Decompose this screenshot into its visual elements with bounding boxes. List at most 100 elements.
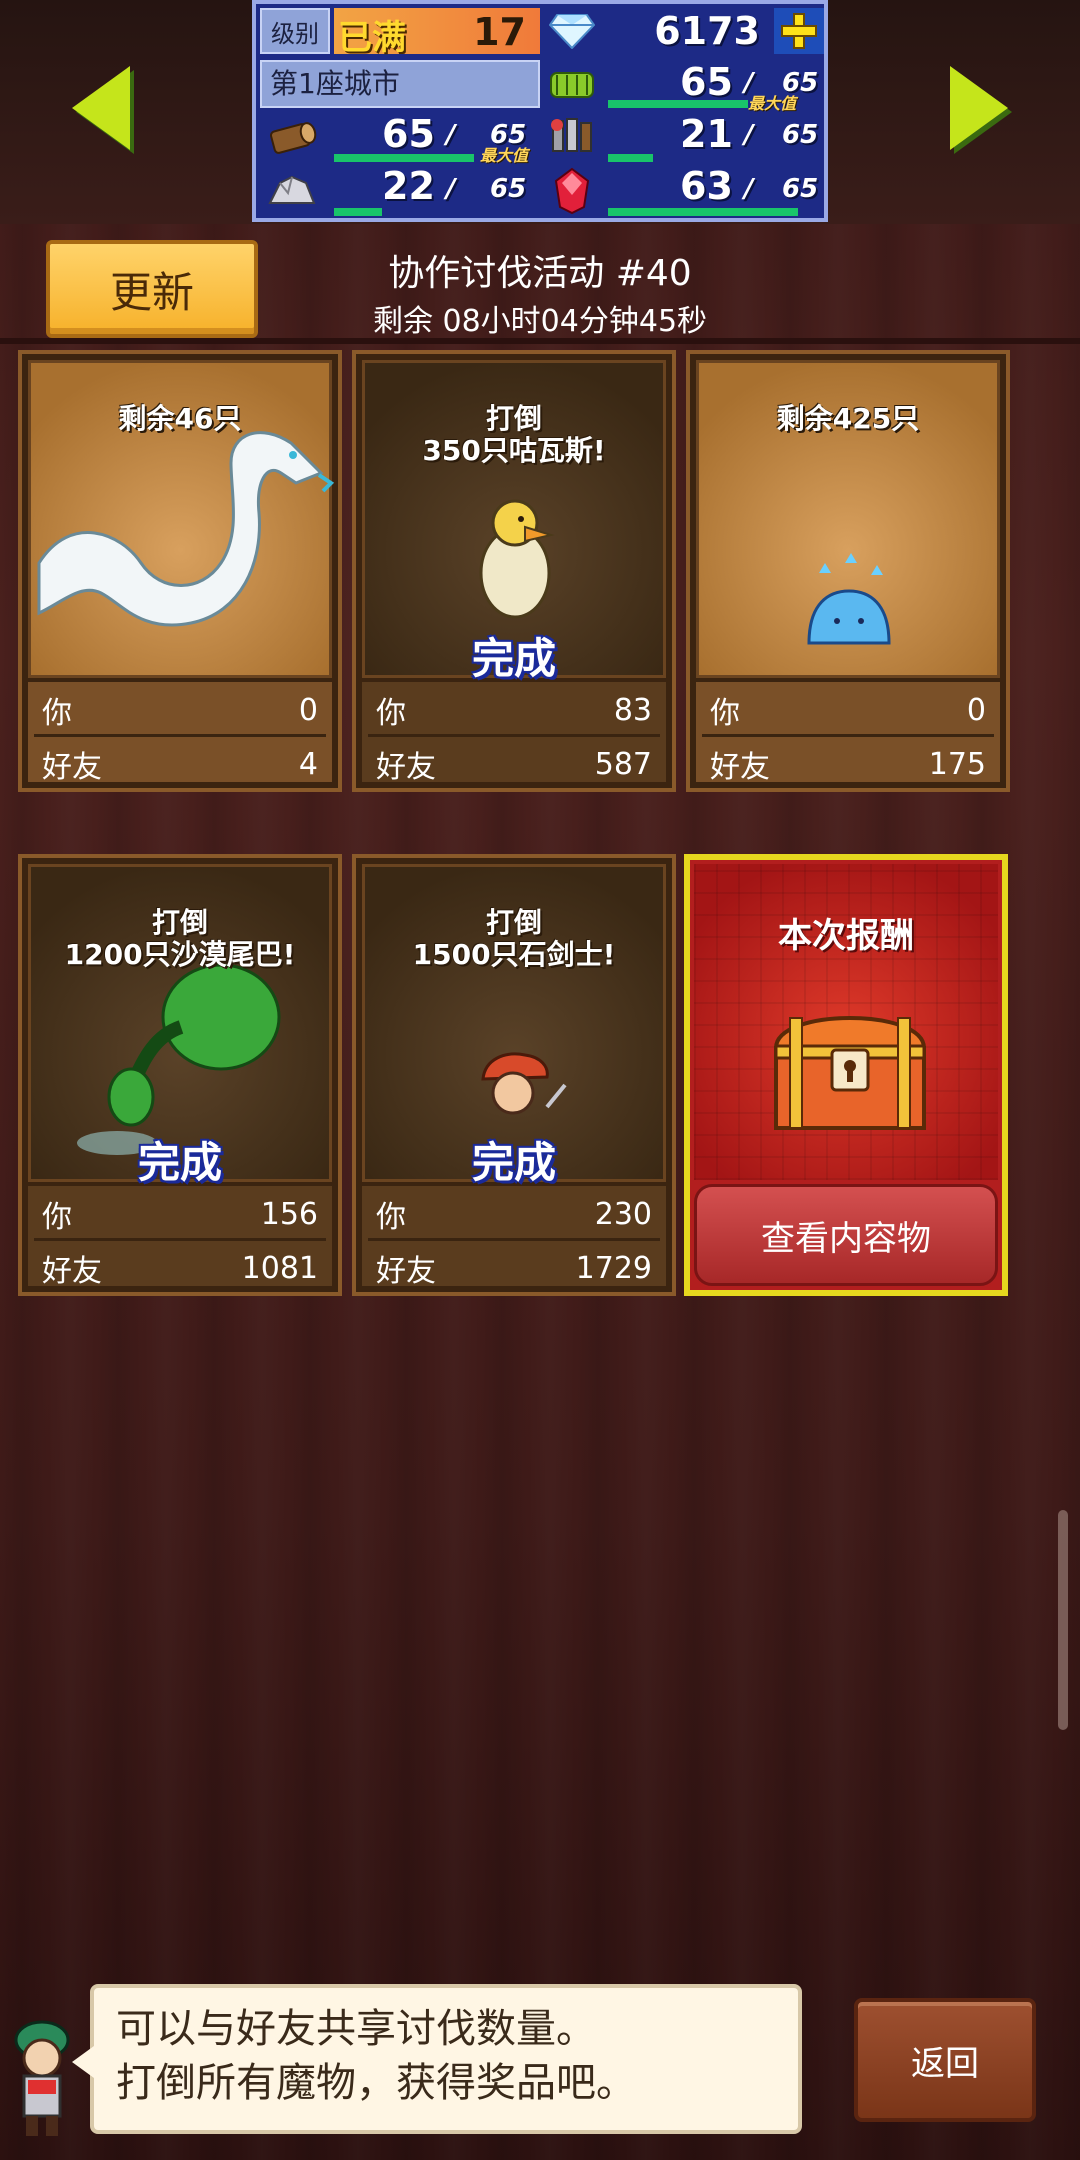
card-title: 剩余46只 <box>118 402 242 435</box>
tools-slash: / <box>744 120 754 150</box>
card-title: 剩余425只 <box>776 402 920 435</box>
view-contents-button[interactable]: 查看内容物 <box>694 1184 998 1286</box>
row-separator <box>368 734 660 737</box>
wood-log-icon <box>264 114 320 160</box>
wood-value: 65 <box>382 112 435 156</box>
tools-max: 65 <box>782 120 819 150</box>
stone-icon <box>264 166 320 212</box>
you-count: 83 <box>613 692 652 728</box>
hint-speech-bubble: 可以与好友共享讨伐数量。 打倒所有魔物，获得奖品吧。 <box>72 1984 802 2134</box>
title-line-1: 打倒 <box>151 906 208 939</box>
reward-card[interactable]: 本次报酬 查看内容物 <box>684 854 1008 1296</box>
diamond-icon <box>544 8 600 54</box>
completed-label: 完成 <box>137 1138 222 1187</box>
row-separator <box>34 1238 326 1241</box>
you-row: 你0 <box>710 688 986 732</box>
you-label: 你 <box>710 696 740 731</box>
friend-row: 好友 1729 <box>376 1246 652 1290</box>
card-stats: 你 83 好友 587 <box>362 682 666 785</box>
tools-value: 21 <box>680 112 733 156</box>
friend-label: 好友 <box>376 1254 436 1289</box>
scrollbar[interactable] <box>1058 1510 1068 1730</box>
card-art: 打倒 350只咕瓦斯! 完成 <box>362 360 666 683</box>
friend-label: 好友 <box>710 750 770 785</box>
tools-stat: 21 / 65 <box>604 112 824 162</box>
friend-label: 好友 <box>42 1254 102 1289</box>
wood-max-tag: 最大值 <box>480 146 529 165</box>
reward-art: 本次报酬 <box>694 864 998 1180</box>
tools-icon <box>544 114 600 160</box>
completed-label: 完成 <box>471 1138 556 1187</box>
city-name: 第1座城市 <box>260 60 540 108</box>
hint-line-1: 可以与好友共享讨伐数量。 <box>116 2006 596 2052</box>
ruby-max: 65 <box>782 174 819 204</box>
card-art: 打倒 1500只石剑士! 完成 <box>362 864 666 1187</box>
treasure-chest-icon <box>773 1016 927 1130</box>
friend-label: 好友 <box>42 750 102 785</box>
title-line-1: 打倒 <box>485 906 542 939</box>
event-time-remaining: 剩余 08小时04分钟45秒 <box>372 304 708 339</box>
gem-count: 6173 <box>654 9 760 53</box>
status-panel: 级别 已满 17 6173 第1座城市 65 / 65 最大值 65 / 65 … <box>252 0 828 222</box>
wood-stat: 65 / 65 最大值 <box>330 112 540 165</box>
friend-count: 4 <box>298 746 318 782</box>
crop-icon <box>544 62 600 108</box>
title-line-1: 打倒 <box>485 402 542 435</box>
stone-stat: 22 / 65 <box>330 164 540 218</box>
level-value: 17 <box>473 10 526 54</box>
friend-row: 好友 1081 <box>42 1246 318 1290</box>
food-stat: 65 / 65 最大值 <box>604 60 824 113</box>
title-line-2: 1200只沙漠尾巴! <box>64 938 296 971</box>
level-bar: 已满 17 <box>334 8 540 58</box>
you-row: 你 230 <box>376 1192 652 1236</box>
next-arrow-icon[interactable] <box>950 66 1008 150</box>
level-max-badge: 已满 <box>338 18 406 58</box>
wood-slash: / <box>446 120 456 150</box>
reward-title: 本次报酬 <box>778 916 914 956</box>
row-separator <box>702 734 994 737</box>
hunt-card-stone-swordsman[interactable]: 打倒 1500只石剑士! 完成 你 230 好友 1729 <box>352 854 676 1296</box>
stone-slash: / <box>446 174 456 204</box>
you-row: 你 156 <box>42 1192 318 1236</box>
add-gems-button[interactable] <box>774 8 824 54</box>
ruby-stat: 63 / 65 <box>604 164 824 218</box>
prev-arrow-icon[interactable] <box>72 66 130 150</box>
title-line-2: 350只咕瓦斯! <box>422 434 606 467</box>
tools-progress-bar <box>608 154 653 162</box>
you-row: 你 83 <box>376 688 652 732</box>
ruby-slash: / <box>744 174 754 204</box>
friend-row: 好友 4 <box>42 742 318 786</box>
hunt-card-slime[interactable]: 剩余425只 你0 好友 175 <box>686 350 1010 792</box>
you-label: 你 <box>376 1200 406 1235</box>
friend-count: 1729 <box>575 1250 652 1286</box>
ruby-icon <box>544 167 600 215</box>
stone-value: 22 <box>382 164 435 208</box>
hunt-card-gwas[interactable]: 打倒 350只咕瓦斯! 完成 你 83 好友 587 <box>352 350 676 792</box>
you-count: 230 <box>594 1196 652 1232</box>
card-art: 剩余46只 <box>28 360 335 678</box>
food-value: 65 <box>680 60 733 104</box>
plus-icon <box>781 13 817 49</box>
friend-row: 好友 175 <box>710 742 986 786</box>
friend-count: 1081 <box>241 1250 318 1286</box>
friend-count: 587 <box>594 746 652 782</box>
food-max-tag: 最大值 <box>748 94 797 113</box>
hunt-card-desert-tail[interactable]: 打倒 1200只沙漠尾巴! 完成 你 156 好友 1081 <box>18 854 342 1296</box>
you-count: 156 <box>260 1196 318 1232</box>
card-title: 打倒 1200只沙漠尾巴! <box>31 907 329 971</box>
card-stats: 你 230 好友 1729 <box>362 1186 666 1289</box>
row-separator <box>368 1238 660 1241</box>
friend-label: 好友 <box>376 750 436 785</box>
back-button[interactable]: 返回 <box>854 1998 1036 2122</box>
row-separator <box>34 734 326 737</box>
card-art: 剩余425只 <box>696 360 1000 678</box>
card-stats: 你0 好友 175 <box>696 682 1000 785</box>
you-row: 你0 <box>42 688 318 732</box>
hunt-card-serpent[interactable]: 剩余46只 你0 好友 4 <box>18 350 342 792</box>
event-title: 协作讨伐活动 #40 <box>388 253 692 294</box>
food-progress-bar <box>608 100 748 108</box>
card-title: 打倒 1500只石剑士! <box>365 907 663 971</box>
card-title: 打倒 350只咕瓦斯! <box>365 403 663 467</box>
you-label: 你 <box>42 1200 72 1235</box>
friend-count: 175 <box>928 746 986 782</box>
